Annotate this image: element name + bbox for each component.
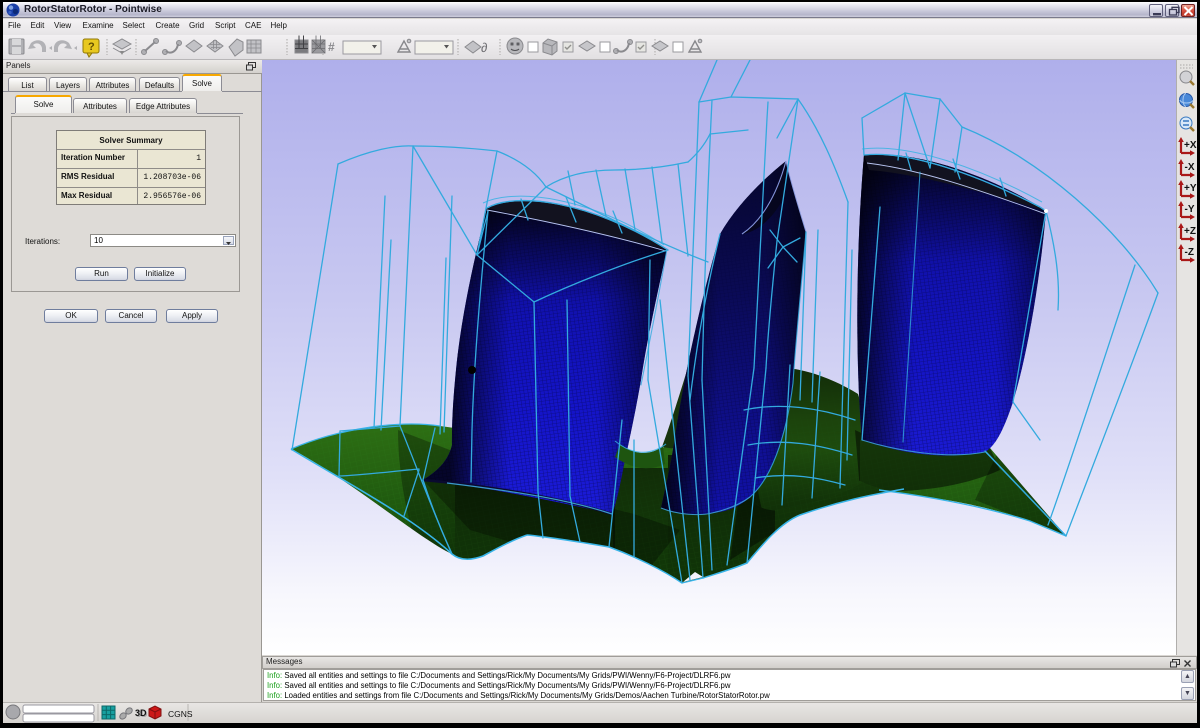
svg-text:+X: +X [1184, 140, 1197, 151]
svg-text:#: # [328, 40, 335, 54]
svg-text:?: ? [88, 41, 95, 53]
svg-text:+Z: +Z [1184, 226, 1196, 237]
svg-text:∂: ∂ [481, 40, 487, 55]
svg-text:-X: -X [1185, 162, 1195, 173]
svg-text:-Y: -Y [1185, 204, 1195, 215]
svg-text:-Z: -Z [1185, 247, 1194, 258]
svg-text:+Y: +Y [1184, 183, 1197, 194]
